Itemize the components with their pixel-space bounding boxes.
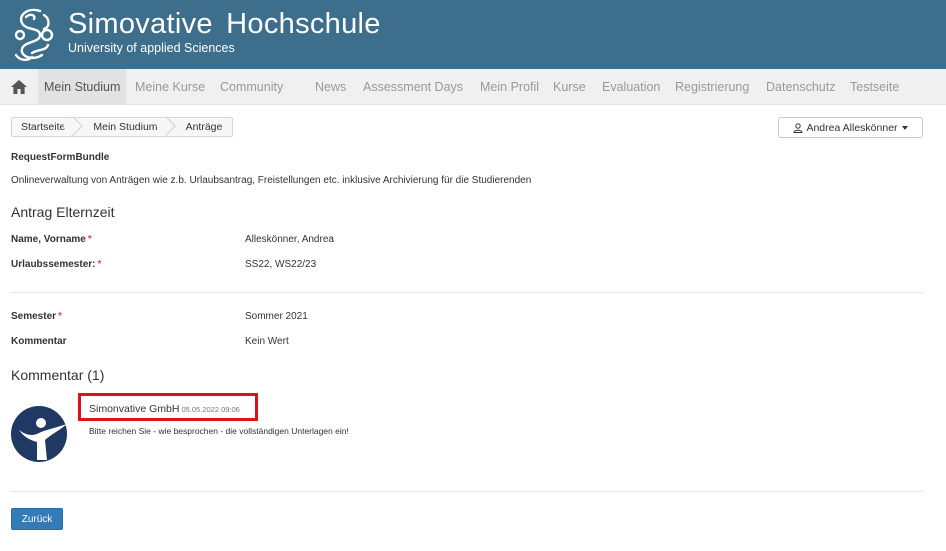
- required-marker: *: [58, 311, 62, 322]
- breadcrumb-antraege: Anträge: [185, 121, 223, 133]
- breadcrumb-mein-studium[interactable]: Mein Studium: [75, 118, 167, 136]
- nav-home[interactable]: [0, 69, 38, 105]
- seal-logo-icon[interactable]: [10, 5, 60, 63]
- field-label-semester: Semester *: [11, 311, 62, 322]
- section-divider: [11, 292, 923, 293]
- nav-item-news[interactable]: News: [315, 69, 346, 105]
- nav-item-evaluation[interactable]: Evaluation: [602, 69, 660, 105]
- user-menu-button[interactable]: Andrea Alleskönner: [778, 117, 923, 138]
- breadcrumb: Startseite Mein Studium Anträge: [11, 117, 234, 137]
- user-icon: [793, 122, 803, 133]
- nav-item-community[interactable]: Community: [220, 69, 283, 105]
- field-value-kommentar: Kein Wert: [245, 336, 289, 347]
- nav-item-datenschutz[interactable]: Datenschutz: [766, 69, 835, 105]
- nav-item-assessment-days[interactable]: Assessment Days: [363, 69, 463, 105]
- field-label-name: Name, Vorname *: [11, 234, 92, 245]
- breadcrumb-startseite[interactable]: Startseite: [12, 118, 75, 136]
- brand-subtitle: University of applied Sciences: [68, 41, 235, 55]
- required-marker: *: [97, 259, 102, 270]
- home-icon: [11, 80, 27, 94]
- comments-title: Kommentar (1): [11, 367, 105, 383]
- user-menu-label: Andrea Alleskönner: [806, 121, 898, 134]
- bundle-description: Onlineverwaltung von Anträgen wie z.b. U…: [11, 175, 532, 186]
- footer-divider: [11, 491, 923, 492]
- nav-item-meine-kurse[interactable]: Meine Kurse: [135, 69, 205, 105]
- field-label-kommentar: Kommentar: [11, 336, 67, 347]
- nav-item-registrierung[interactable]: Registrierung: [675, 69, 749, 105]
- main-navbar: Mein Studium Meine Kurse Community News …: [0, 69, 946, 105]
- field-value-semester: Sommer 2021: [245, 311, 308, 322]
- back-button[interactable]: Zurück: [11, 508, 63, 530]
- comment-highlight-box: [78, 393, 258, 421]
- nav-item-mein-profil[interactable]: Mein Profil: [480, 69, 539, 105]
- brand-title: Simovative Hochschule: [68, 8, 381, 40]
- person-logo-icon: [11, 406, 67, 462]
- site-header: Simovative Hochschule University of appl…: [0, 0, 946, 69]
- caret-down-icon: [901, 125, 908, 130]
- bundle-title: RequestFormBundle: [11, 152, 110, 163]
- field-value-urlaubssemester: SS22, WS22/23: [245, 259, 317, 270]
- field-value-name: Alleskönner, Andrea: [245, 234, 334, 245]
- field-label-urlaubssemester: Urlaubssemester: *: [11, 259, 102, 270]
- comment-text: Bitte reichen Sie - wie besprochen - die…: [89, 426, 349, 436]
- nav-item-mein-studium[interactable]: Mein Studium: [38, 69, 127, 105]
- form-title: Antrag Elternzeit: [11, 204, 115, 220]
- nav-item-kurse[interactable]: Kurse: [553, 69, 586, 105]
- required-marker: *: [87, 234, 92, 245]
- nav-item-testseite[interactable]: Testseite: [850, 69, 899, 105]
